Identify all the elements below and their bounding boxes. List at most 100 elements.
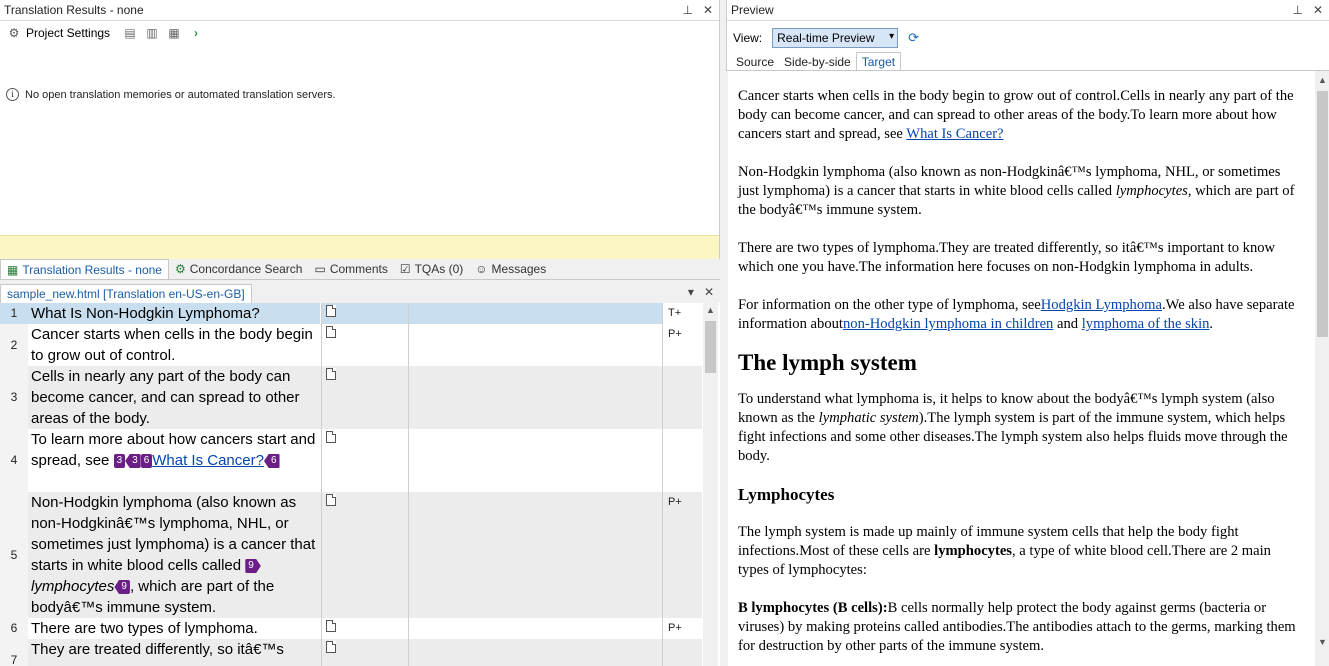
segment-row[interactable]: 2 Cancer starts when cells in the body b…: [0, 324, 702, 366]
preview-scrollbar[interactable]: ▲ ▼: [1315, 71, 1329, 666]
layout-icon-2[interactable]: ▥: [144, 25, 160, 41]
segment-row[interactable]: 5 Non-Hodgkin lymphoma (also known as no…: [0, 492, 702, 618]
preview-link[interactable]: non-Hodgkin lymphoma in children: [843, 316, 1053, 332]
tab-comments[interactable]: ▭ Comments: [308, 259, 393, 279]
tag-open[interactable]: 3: [113, 454, 126, 469]
document-tabbar: sample_new.html [Translation en-US-en-GB…: [0, 283, 720, 303]
segment-status: T+: [668, 307, 682, 319]
preview-link[interactable]: lymphoma of the skin: [1082, 316, 1210, 332]
scroll-thumb[interactable]: [705, 321, 716, 373]
document-icon: [326, 641, 336, 653]
messages-icon: ☺: [475, 262, 488, 276]
translation-results-icon: ▦: [7, 262, 19, 277]
concordance-icon: ⚙: [174, 262, 186, 276]
document-icon: [326, 305, 336, 317]
preview-paragraph: Cancer starts when cells in the body beg…: [738, 88, 1294, 142]
source-text: What Is Non-Hodgkin Lymphoma?: [28, 303, 320, 324]
info-message: No open translation memories or automate…: [25, 88, 336, 101]
comments-icon: ▭: [314, 262, 326, 276]
tqa-icon: ☑: [399, 262, 411, 276]
segment-number: 1: [0, 303, 28, 324]
editor-grid: 1 What Is Non-Hodgkin Lymphoma? T+ 2 Can…: [0, 303, 720, 666]
source-text: Cells in nearly any part of the body can…: [28, 366, 320, 429]
column-divider: [408, 303, 409, 666]
preview-link[interactable]: Hodgkin Lymphoma: [1041, 297, 1162, 313]
tab-side-by-side[interactable]: Side-by-side: [779, 53, 856, 71]
project-settings-icon: ⚙: [8, 26, 20, 40]
tab-tqas[interactable]: ☑ TQAs (0): [394, 259, 469, 279]
segment-row[interactable]: 3 Cells in nearly any part of the body c…: [0, 366, 702, 429]
target-cell[interactable]: [321, 303, 662, 324]
tab-source[interactable]: Source: [731, 53, 779, 71]
preview-pane: Preview ⊥ ✕ View: Real-time Preview ▾ ⟳ …: [726, 0, 1329, 71]
refresh-icon[interactable]: ⟳: [908, 30, 919, 46]
preview-link[interactable]: What Is Cancer?: [906, 126, 1003, 142]
document-icon: [326, 326, 336, 338]
source-text: There are two types of lymphoma.: [31, 620, 258, 637]
pane-title: Translation Results - none: [4, 3, 144, 17]
tag-close[interactable]: 3: [125, 454, 141, 469]
segment-row[interactable]: 6 There are two types of lymphoma. P+: [0, 618, 702, 639]
tab-messages[interactable]: ☺ Messages: [469, 259, 552, 279]
dropdown-icon[interactable]: ▾: [688, 285, 694, 299]
info-row: i No open translation memories or automa…: [0, 88, 336, 101]
document-icon: [326, 368, 336, 380]
preview-paragraph: There are two types of lymphoma.They are…: [738, 240, 1276, 275]
preview-paragraph: Non-Hodgkin lymphoma (also known as non-…: [738, 164, 1295, 218]
view-label: View:: [733, 31, 763, 45]
scroll-thumb[interactable]: [1317, 91, 1328, 337]
document-icon: [326, 494, 336, 506]
preview-body: Cancer starts when cells in the body beg…: [728, 71, 1315, 666]
preview-titlebar: Preview ⊥ ✕: [727, 0, 1329, 21]
segment-status: P+: [668, 622, 682, 634]
tag-close[interactable]: 6: [263, 454, 280, 469]
tag-open[interactable]: 6: [140, 454, 153, 469]
pin-icon[interactable]: ⊥: [1292, 3, 1302, 17]
results-toolbar: ⚙ Project Settings ▤ ▥ ▦ ›: [0, 21, 719, 45]
segment-number: 6: [0, 618, 28, 639]
scroll-up-icon[interactable]: ▲: [706, 305, 715, 315]
segment-number: 2: [0, 324, 28, 366]
info-icon: i: [6, 88, 19, 101]
document-tab[interactable]: sample_new.html [Translation en-US-en-GB…: [0, 284, 252, 303]
translation-results-titlebar: Translation Results - none ⊥ ✕: [0, 0, 719, 21]
close-icon[interactable]: ✕: [703, 3, 713, 17]
close-icon[interactable]: ✕: [1313, 3, 1323, 17]
segment-row[interactable]: 4 To learn more about how cancers start …: [0, 429, 702, 492]
source-text: Cancer starts when cells in the body beg…: [31, 326, 313, 364]
segment-row[interactable]: 1 What Is Non-Hodgkin Lymphoma? T+: [0, 303, 702, 324]
source-text: To learn more about how cancers start an…: [31, 431, 316, 469]
chevron-down-icon: ▾: [889, 31, 895, 42]
segment-status: P+: [668, 328, 682, 340]
translation-results-pane: Translation Results - none ⊥ ✕ ⚙ Project…: [0, 0, 720, 259]
segment-status: P+: [668, 496, 682, 508]
tab-translation-results[interactable]: ▦ Translation Results - none: [0, 259, 169, 279]
scroll-down-icon[interactable]: ▼: [1318, 637, 1327, 647]
source-text: They are treated differently, so itâ€™s: [28, 639, 320, 666]
project-settings-button[interactable]: Project Settings: [26, 26, 110, 40]
run-arrow-icon[interactable]: ›: [188, 25, 204, 41]
view-select[interactable]: Real-time Preview ▾: [772, 28, 899, 48]
tag-open[interactable]: 9: [245, 559, 261, 574]
segment-row[interactable]: 7 They are treated differently, so itâ€™…: [0, 639, 702, 666]
scroll-up-icon[interactable]: ▲: [1318, 75, 1327, 85]
tab-target[interactable]: Target: [855, 52, 902, 71]
document-icon: [326, 620, 336, 632]
source-text: Non-Hodgkin lymphoma (also known as non-…: [28, 492, 320, 618]
segment-number: 3: [0, 366, 28, 429]
tag-close[interactable]: 9: [114, 580, 130, 595]
pin-icon[interactable]: ⊥: [682, 3, 692, 17]
link-text: What Is Cancer?: [152, 452, 264, 469]
preview-paragraph: For information on the other type of lym…: [738, 297, 1295, 332]
preview-paragraph: B lymphocytes (B cells):B cells normally…: [738, 600, 1296, 654]
column-divider: [662, 303, 663, 666]
close-document-icon[interactable]: ✕: [704, 285, 714, 299]
grid-scrollbar[interactable]: ▲: [703, 303, 718, 666]
preview-paragraph: The lymph system is made up mainly of im…: [738, 524, 1271, 578]
preview-subheading: Lymphocytes: [738, 485, 835, 504]
bottom-tabs: ▦ Translation Results - none ⚙ Concordan…: [0, 259, 720, 280]
layout-icon-3[interactable]: ▦: [166, 25, 182, 41]
status-bar: [0, 235, 719, 259]
layout-icon-1[interactable]: ▤: [122, 25, 138, 41]
tab-concordance-search[interactable]: ⚙ Concordance Search: [169, 259, 309, 279]
